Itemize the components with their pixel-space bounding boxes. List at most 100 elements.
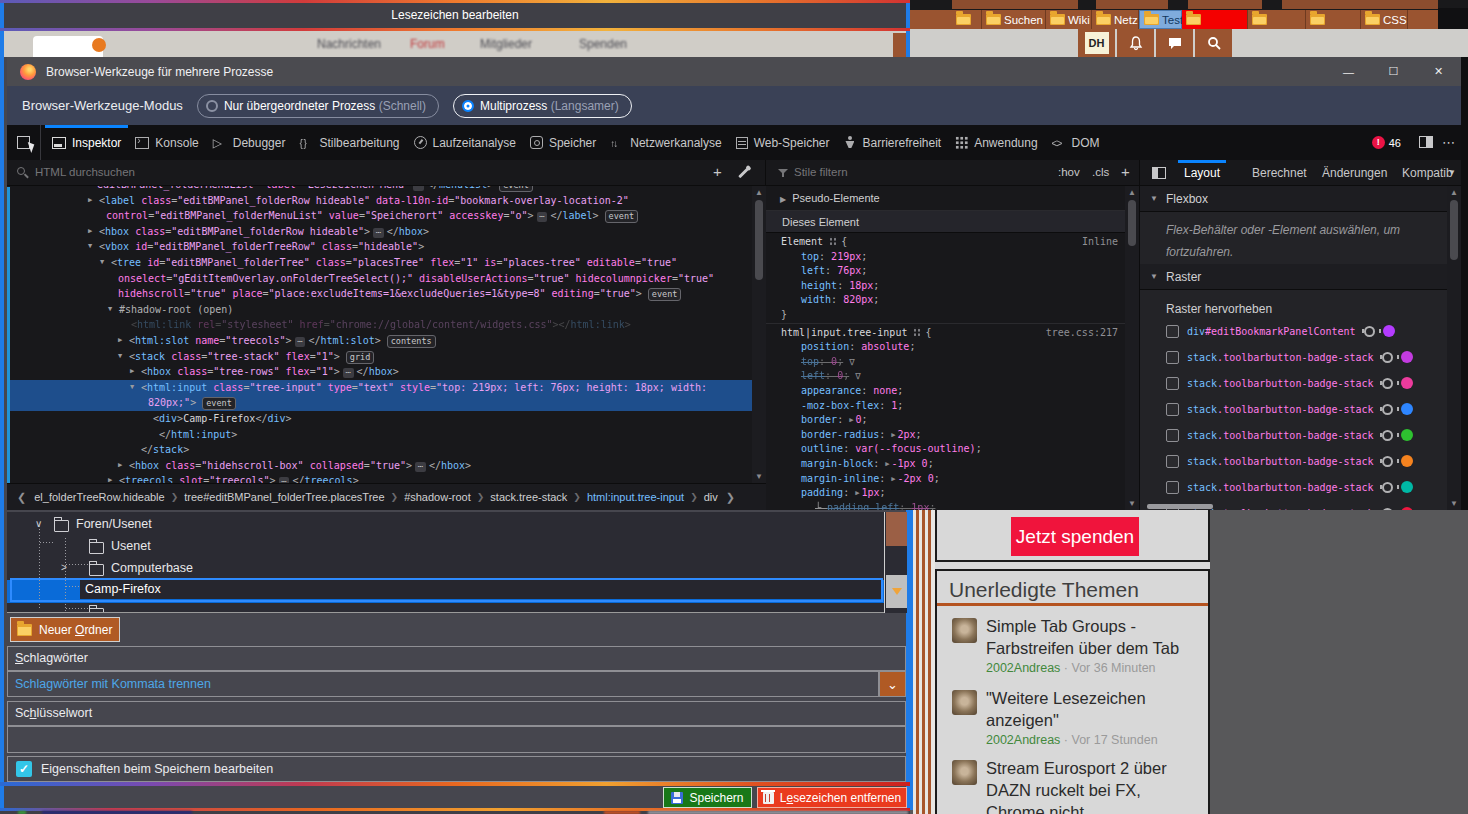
css-rule-line[interactable]: top: 219px; — [766, 250, 1126, 265]
color-swatch[interactable] — [1401, 455, 1413, 467]
bookmark-item[interactable]: Test — [1139, 10, 1182, 29]
raster-section-header[interactable]: ▼Raster — [1140, 264, 1461, 290]
markup-line[interactable]: "editBMPanel_folderMenuList" label="Lese… — [7, 186, 752, 193]
devtools-tab-laufzeitanalyse[interactable]: Laufzeitanalyse — [407, 125, 523, 160]
color-swatch[interactable] — [1401, 403, 1413, 415]
mode-option-parent-process[interactable]: Nur übergeordneter Prozess (Schnell) — [197, 94, 439, 118]
bookmark-item[interactable] — [1306, 10, 1361, 29]
markup-line[interactable]: </stack> — [7, 442, 752, 458]
grid-highlight-row[interactable]: div#editBookmarkPanelContent — [1140, 318, 1461, 344]
gear-icon[interactable] — [1382, 430, 1393, 441]
checkbox-unchecked[interactable] — [1166, 403, 1179, 416]
topic-item[interactable]: Stream Eurosport 2 über DAZN ruckelt bei… — [949, 757, 1199, 814]
markup-line[interactable]: onselect="gEditItemOverlay.onFolderTreeS… — [7, 271, 752, 287]
checkbox-unchecked[interactable] — [1166, 351, 1179, 364]
css-rule-line[interactable]: Element{Inline — [766, 235, 1126, 250]
eyedropper-icon[interactable] — [738, 168, 749, 179]
scroll-down-button[interactable] — [886, 575, 907, 608]
markup-line[interactable]: control="editBMPanel_folderMenuList" val… — [7, 208, 752, 224]
nav-link[interactable]: Nachrichten — [317, 37, 381, 51]
topic-item[interactable]: Simple Tab Groups - Farbstreifen über de… — [949, 615, 1199, 685]
grid-highlight-row[interactable]: stack.toolbarbutton-badge-stack — [1140, 396, 1461, 422]
checkbox-checked[interactable]: ✓ — [16, 761, 32, 777]
checkbox-unchecked[interactable] — [1166, 377, 1179, 390]
css-rule-line[interactable]: html|input.tree-input{tree.css:217 — [766, 326, 1126, 341]
tags-input[interactable]: Schlagwörter mit Kommata trennen — [7, 671, 879, 697]
css-rule-line[interactable]: } — [766, 308, 1126, 323]
nav-link[interactable]: Mitglieder — [480, 37, 532, 51]
bookmark-item[interactable]: Suchen — [982, 10, 1046, 29]
remove-bookmark-button[interactable]: Lesezeichen entfernen — [757, 787, 907, 808]
markup-line[interactable]: ▼<stack class="tree-stack" flex="1">grid — [7, 349, 752, 365]
markup-line[interactable]: ▼#shadow-root (open) — [7, 302, 752, 318]
gear-icon[interactable] — [1382, 404, 1393, 415]
notifications-button[interactable] — [1117, 29, 1154, 57]
breadcrumb-item[interactable]: tree#editBMPanel_folderTree.placesTree — [184, 491, 384, 503]
color-swatch[interactable] — [1383, 325, 1395, 337]
tree-row[interactable]: ∨Foren/Usenet — [7, 514, 884, 536]
checkbox-unchecked[interactable] — [1166, 455, 1179, 468]
split-console-icon[interactable] — [1419, 136, 1433, 148]
add-rule-button[interactable]: + — [1121, 163, 1130, 180]
tree-row[interactable] — [7, 602, 884, 613]
folder-tree[interactable]: ∨Foren/UsenetUsenet>ComputerbaseCamp-Fir… — [7, 512, 884, 613]
grid-highlight-row[interactable]: stack.toolbarbutton-badge-stack — [1140, 448, 1461, 474]
markup-line[interactable]: ▶<hbox class="editBMPanel_folderRow hide… — [7, 224, 752, 240]
css-rule-line[interactable]: └ padding-left: 1px; — [766, 501, 1126, 510]
breadcrumb-item[interactable]: el_folderTreeRow.hideable — [34, 491, 164, 503]
tab-berechnet[interactable]: Berechnet — [1252, 160, 1307, 186]
expand-pane-icon[interactable] — [1152, 167, 1166, 179]
chevron-down-icon[interactable]: ▼ — [1448, 160, 1456, 186]
devtools-menu-button[interactable]: ⋯ — [1442, 125, 1455, 160]
checkbox-unchecked[interactable] — [1166, 429, 1179, 442]
css-rule-line[interactable]: outline: var(--focus-outline); — [766, 442, 1126, 457]
nav-link[interactable]: Forum — [410, 37, 445, 51]
devtools-tab-debugger[interactable]: Debugger — [206, 125, 293, 160]
new-folder-button[interactable]: Neuer Ordner — [10, 617, 120, 642]
devtools-tab-anwendung[interactable]: Anwendung — [948, 125, 1044, 160]
markup-line[interactable]: ▼<tree id="editBMPanel_folderTree" class… — [7, 255, 752, 271]
devtools-tab-netzwerkanalyse[interactable]: Netzwerkanalyse — [603, 125, 728, 160]
markup-line[interactable]: ▶<treecols slot="treecols">⋯</treecols> — [7, 473, 752, 483]
css-rule-line[interactable]: position: absolute; — [766, 340, 1126, 355]
bookmark-item[interactable]: CSS — [1361, 10, 1408, 29]
breadcrumb-item[interactable]: html:input.tree-input — [587, 491, 684, 503]
checkbox-unchecked[interactable] — [1166, 481, 1179, 494]
css-rule-line[interactable]: padding: ▶1px; — [766, 486, 1126, 501]
breadcrumb-item[interactable]: stack.tree-stack — [490, 491, 567, 503]
search-button[interactable] — [1195, 29, 1232, 57]
mode-option-multiprocess[interactable]: Multiprozess (Langsamer) — [453, 94, 632, 118]
tab-aenderungen[interactable]: Änderungen — [1322, 160, 1387, 186]
color-swatch[interactable] — [1401, 377, 1413, 389]
markup-line[interactable]: ▶<hbox class="hidehscroll-box" collapsed… — [7, 458, 752, 474]
save-button[interactable]: Speichern — [663, 787, 752, 808]
tree-scrollbar[interactable] — [884, 512, 907, 613]
css-rule-line[interactable]: appearance: none; — [766, 384, 1126, 399]
devtools-tab-inspektor[interactable]: Inspektor — [45, 125, 128, 160]
css-rule-line[interactable]: left: 76px; — [766, 264, 1126, 279]
maximize-button[interactable]: ☐ — [1371, 57, 1416, 86]
color-swatch[interactable] — [1401, 351, 1413, 363]
tree-row[interactable]: Usenet — [7, 536, 884, 558]
gear-icon[interactable] — [1382, 482, 1393, 493]
devtools-tab-dom[interactable]: DOM — [1045, 125, 1107, 160]
devtools-tab-barrierefreiheit[interactable]: Barrierefreiheit — [836, 125, 948, 160]
markup-line[interactable]: ▶<hbox class="tree-rows" flex="1">⋯</hbo… — [7, 364, 752, 380]
add-node-button[interactable]: + — [713, 163, 722, 180]
markup-line[interactable]: hidehscroll="true" place="place:excludeI… — [7, 286, 752, 302]
devtools-tab-konsole[interactable]: Konsole — [128, 125, 205, 160]
css-rule-line[interactable]: -moz-box-flex: 1; — [766, 399, 1126, 414]
topic-item[interactable]: "Weitere Lesezeichen anzeigen"2002Andrea… — [949, 687, 1199, 757]
gear-icon[interactable] — [1382, 378, 1393, 389]
close-button[interactable]: ✕ — [1416, 57, 1461, 86]
gear-icon[interactable] — [1364, 326, 1375, 337]
markup-line[interactable]: ▶<label class="editBMPanel_folderRow hid… — [7, 193, 752, 209]
css-rule-line[interactable]: top: 0;∇ — [766, 355, 1126, 370]
devtools-titlebar[interactable]: Browser-Werkzeuge für mehrere Prozesse —… — [7, 57, 1461, 86]
bookmarks-toolbar[interactable]: SuchenWikiNetzTestCSS — [910, 10, 1468, 29]
hov-toggle[interactable]: :hov — [1058, 166, 1080, 178]
checkbox-unchecked[interactable] — [1166, 325, 1179, 338]
error-count[interactable]: !46 — [1372, 125, 1401, 160]
breadcrumb-item[interactable]: #shadow-root — [404, 491, 471, 503]
grid-highlight-row[interactable]: stack.toolbarbutton-badge-stack — [1140, 344, 1461, 370]
